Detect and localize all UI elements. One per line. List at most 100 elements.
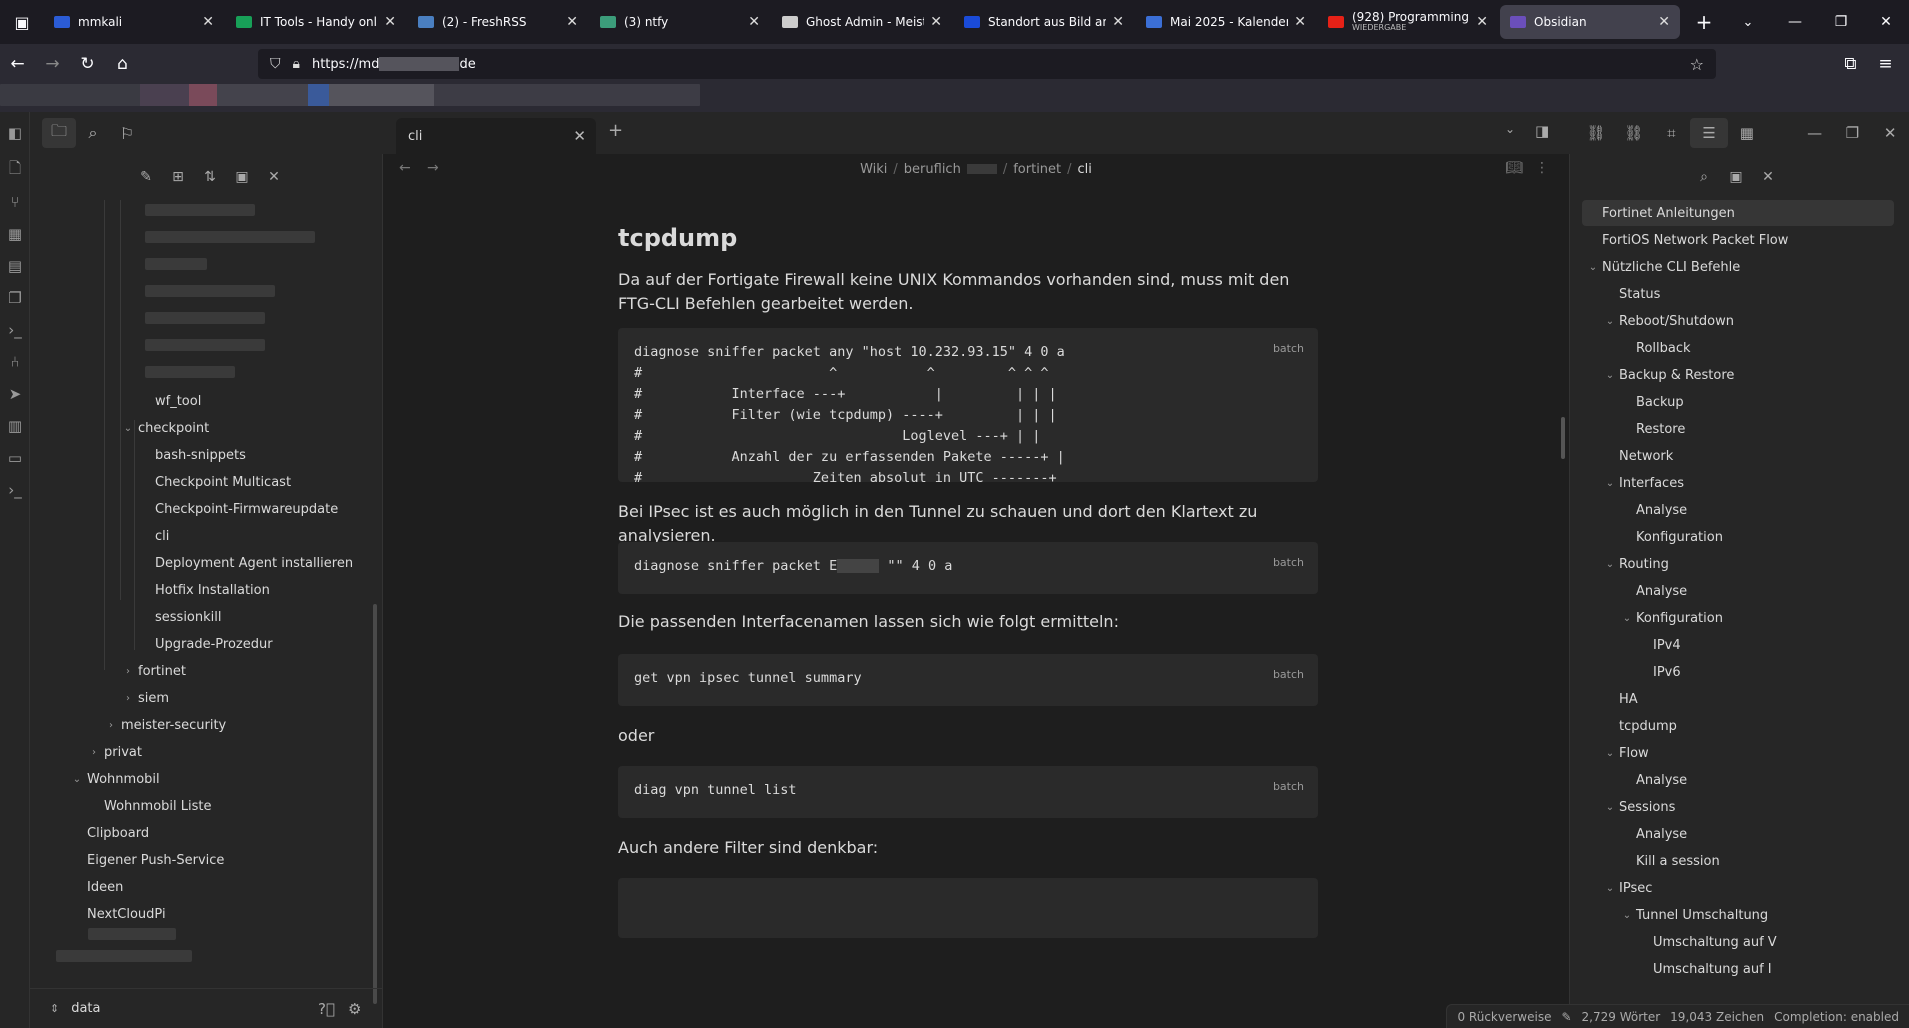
outline-icon[interactable]: ☰ bbox=[1690, 118, 1728, 148]
send-icon[interactable]: ➤ bbox=[0, 378, 30, 410]
chevron-down-icon[interactable]: ⌄ bbox=[1603, 748, 1617, 759]
outline-item[interactable]: Analyse bbox=[1636, 578, 1687, 604]
new-tab-icon[interactable]: + bbox=[1682, 0, 1726, 44]
folder-item[interactable]: › fortinet bbox=[120, 658, 186, 684]
new-folder-icon[interactable]: ⊞ bbox=[162, 162, 194, 192]
blurred-file[interactable] bbox=[145, 258, 207, 270]
completion-status[interactable]: Completion: enabled bbox=[1774, 1010, 1899, 1024]
crumb-wiki[interactable]: Wiki bbox=[860, 162, 887, 177]
file-icon[interactable]: 🗋︎ bbox=[0, 154, 30, 186]
obs-restore-icon[interactable]: ❐ bbox=[1834, 118, 1872, 148]
outline-item[interactable]: ⌄ Tunnel Umschaltung bbox=[1620, 902, 1768, 928]
outline-item[interactable]: Kill a session bbox=[1636, 848, 1720, 874]
vault-switcher[interactable]: ⇕ data ?⃝ ⚙ bbox=[30, 988, 383, 1028]
outline-item[interactable]: HA bbox=[1619, 686, 1638, 712]
outline-item[interactable]: Analyse bbox=[1636, 767, 1687, 793]
close-tab-icon[interactable]: ✕ bbox=[1294, 14, 1306, 30]
file-item[interactable]: Checkpoint-Firmwareupdate bbox=[155, 496, 338, 522]
close-tab-icon[interactable]: ✕ bbox=[566, 14, 578, 30]
close-tab-icon[interactable]: ✕ bbox=[1658, 14, 1670, 30]
outline-item[interactable]: ⌄ Nützliche CLI Befehle bbox=[1586, 254, 1740, 280]
outline-item[interactable]: FortiOS Network Packet Flow bbox=[1602, 227, 1788, 253]
browser-tab[interactable]: Obsidian ✕ bbox=[1500, 5, 1680, 39]
obs-minimize-icon[interactable]: — bbox=[1796, 118, 1834, 148]
help-icon[interactable]: ?⃝ bbox=[318, 1000, 335, 1018]
outline-item[interactable]: Umschaltung auf I bbox=[1653, 956, 1772, 982]
crumb-fortinet[interactable]: fortinet bbox=[1013, 162, 1061, 177]
settings-icon[interactable]: ⚙ bbox=[348, 1000, 361, 1018]
outline-item[interactable]: Konfiguration bbox=[1636, 524, 1723, 550]
outline-item[interactable]: ⌄Entstörung bbox=[1620, 983, 1707, 991]
table-icon[interactable]: ▥ bbox=[0, 410, 30, 442]
chevron-down-icon[interactable]: ⌄ bbox=[1620, 613, 1634, 624]
blurred-file[interactable] bbox=[56, 950, 192, 962]
folder-item[interactable]: ⌄ checkpoint bbox=[120, 415, 209, 441]
blurred-file[interactable] bbox=[145, 204, 255, 216]
browser-tab[interactable]: Ghost Admin - Meister ✕ bbox=[772, 5, 952, 39]
close-window-icon[interactable]: ✕ bbox=[1863, 0, 1909, 44]
file-item[interactable]: NextCloudPi bbox=[87, 901, 166, 927]
more-options-icon[interactable]: ⋮ bbox=[1535, 160, 1549, 176]
outline-item[interactable]: Status bbox=[1619, 281, 1660, 307]
right-sidebar-toggle-icon[interactable]: ◨ bbox=[1535, 122, 1549, 140]
star-icon[interactable]: ☆ bbox=[1690, 55, 1704, 74]
browser-tab[interactable]: Standort aus Bild analy ✕ bbox=[954, 5, 1134, 39]
close-tab-icon[interactable]: ✕ bbox=[1112, 14, 1124, 30]
url-bar[interactable]: ⛉ 🔒︎ https://md de ☆ bbox=[258, 49, 1716, 79]
outline-item[interactable]: tcpdump bbox=[1619, 713, 1677, 739]
chevron-right-icon[interactable]: › bbox=[120, 693, 136, 704]
file-tree-scrollbar[interactable] bbox=[373, 604, 377, 1004]
outline-item[interactable]: Analyse bbox=[1636, 821, 1687, 847]
browser-tab[interactable]: IT Tools - Handy online ✕ bbox=[226, 5, 406, 39]
outline-collapse-icon[interactable]: ▣ bbox=[1720, 162, 1752, 192]
close-tab-icon[interactable]: ✕ bbox=[1476, 14, 1488, 30]
folder-item[interactable]: › privat bbox=[86, 739, 142, 765]
outline-item[interactable]: ⌄ Sessions bbox=[1603, 794, 1676, 820]
folder-item[interactable]: ⌄ Wohnmobil bbox=[69, 766, 160, 792]
pencil-icon[interactable]: ✎ bbox=[1561, 1010, 1571, 1024]
file-item[interactable]: Clipboard bbox=[87, 820, 149, 846]
file-item[interactable]: Eigener Push-Service bbox=[87, 847, 224, 873]
close-tab-icon[interactable]: ✕ bbox=[930, 14, 942, 30]
outline-item[interactable]: Umschaltung auf V bbox=[1653, 929, 1777, 955]
outline-item[interactable]: Fortinet Anleitungen bbox=[1582, 200, 1894, 226]
chevron-down-icon[interactable]: ⌄ bbox=[1603, 370, 1617, 381]
editor-scrollbar[interactable] bbox=[1561, 417, 1565, 459]
code-block-3[interactable]: get vpn ipsec tunnel summary batch bbox=[618, 654, 1318, 706]
new-note-icon[interactable]: ✎ bbox=[130, 162, 162, 192]
sidebar-toggle-icon[interactable]: ◧ bbox=[0, 112, 30, 154]
outline-item[interactable]: Analyse bbox=[1636, 497, 1687, 523]
close-tab-icon[interactable]: ✕ bbox=[573, 127, 586, 145]
outline-item[interactable]: ⌄ Interfaces bbox=[1603, 470, 1684, 496]
tab-cli[interactable]: cli ✕ bbox=[396, 118, 596, 154]
blurred-file[interactable] bbox=[145, 312, 265, 324]
chevron-right-icon[interactable]: › bbox=[86, 747, 102, 758]
file-item[interactable]: Hotfix Installation bbox=[155, 577, 270, 603]
chevron-down-icon[interactable]: ⌄ bbox=[1603, 883, 1617, 894]
restore-icon[interactable]: ❐ bbox=[1818, 0, 1864, 44]
sort-icon[interactable]: ⇅ bbox=[194, 162, 226, 192]
chevron-down-icon[interactable]: ⌄ bbox=[1620, 910, 1634, 921]
outline-close-icon[interactable]: ✕ bbox=[1752, 162, 1784, 192]
code-block-4[interactable]: diag vpn tunnel list batch bbox=[618, 766, 1318, 818]
chevron-down-icon[interactable]: ⌄ bbox=[120, 423, 136, 434]
files-icon[interactable]: 🗀︎ bbox=[42, 118, 76, 148]
backlinks-icon[interactable]: ⛓ bbox=[1577, 118, 1615, 148]
calendar-icon[interactable]: ▤ bbox=[0, 250, 30, 282]
file-item[interactable]: sessionkill bbox=[155, 604, 222, 630]
blurred-file[interactable] bbox=[88, 928, 176, 940]
home-icon[interactable]: ⌂ bbox=[105, 44, 140, 84]
outline-item[interactable]: ⌄ Flow bbox=[1603, 740, 1649, 766]
outline-item[interactable]: ⌄ Konfiguration bbox=[1620, 605, 1723, 631]
blurred-file[interactable] bbox=[145, 339, 265, 351]
file-item[interactable]: bash-snippets bbox=[155, 442, 246, 468]
reading-view-icon[interactable]: 📖︎ bbox=[1505, 160, 1523, 176]
file-item[interactable]: Upgrade-Prozedur bbox=[155, 631, 273, 657]
minimize-icon[interactable]: — bbox=[1772, 0, 1818, 44]
code-block-2[interactable]: diagnose sniffer packet E "" 4 0 a batch bbox=[618, 542, 1318, 594]
menu-icon[interactable]: ≡ bbox=[1868, 44, 1903, 84]
browser-tab[interactable]: mmkali ✕ bbox=[44, 5, 224, 39]
tab-list-chevron-icon[interactable]: ⌄ bbox=[1505, 122, 1515, 136]
outline-item[interactable]: IPv4 bbox=[1653, 632, 1681, 658]
backlinks-count[interactable]: 0 Rückverweise bbox=[1457, 1010, 1551, 1024]
